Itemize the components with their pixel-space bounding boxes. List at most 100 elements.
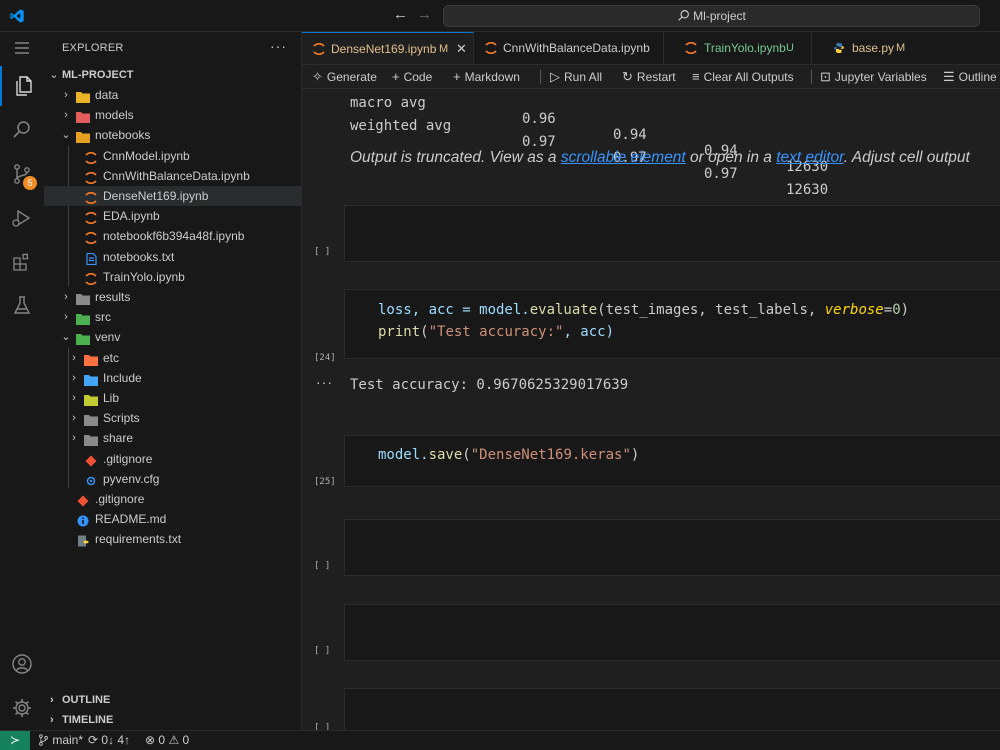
report-precision: 0.97 — [522, 134, 556, 150]
extensions-button[interactable] — [0, 242, 44, 282]
timeline-label: TIMELINE — [62, 714, 114, 726]
code-cell-empty[interactable] — [344, 688, 1000, 730]
chevron-right-icon: › — [72, 432, 76, 445]
activity-bar: 5 — [0, 32, 44, 730]
tree-file[interactable]: DenseNet169.ipynb — [44, 186, 301, 206]
source-control-button[interactable]: 5 — [0, 154, 44, 194]
code-line: model.save("DenseNet169.keras") — [378, 447, 639, 463]
run-debug-button[interactable] — [0, 198, 44, 238]
problems-indicator[interactable]: ⊗ 0 ⚠ 0 — [145, 731, 189, 750]
tree-file[interactable]: requirements.txt — [44, 529, 301, 549]
tab-trainyolo[interactable]: TrainYolo.ipynb U — [664, 32, 812, 64]
tree-folder-etc[interactable]: › etc — [44, 348, 301, 368]
tree-folder-lib[interactable]: › Lib — [44, 388, 301, 408]
testing-button[interactable] — [0, 286, 44, 326]
code-token: evaluate — [529, 302, 598, 318]
report-f1: 0.97 — [704, 166, 738, 182]
outline-button[interactable]: ☰ Outline — [943, 65, 997, 88]
search-text: Ml-project — [693, 9, 746, 23]
chevron-right-icon: › — [50, 694, 54, 706]
tab-cnnwithbalancedata[interactable]: CnnWithBalanceData.ipynb — [474, 32, 664, 64]
tree-folder-src[interactable]: › src — [44, 307, 301, 327]
chevron-down-icon: ⌄ — [49, 69, 59, 81]
tree-file[interactable]: pyvenv.cfg — [44, 469, 301, 489]
tree-item-label: EDA.ipynb — [103, 209, 160, 224]
clear-all-icon: ≡ — [692, 69, 700, 84]
tree-folder-include[interactable]: › Include — [44, 368, 301, 388]
tree-file[interactable]: EDA.ipynb — [44, 206, 301, 226]
explorer-more-actions-icon[interactable]: ··· — [270, 38, 287, 54]
folder-icon — [84, 392, 98, 406]
tree-file[interactable]: .gitignore — [44, 489, 301, 509]
notebook-editor[interactable]: macro avg 0.96 0.94 0.94 12630 weighted … — [302, 89, 1000, 730]
tree-file[interactable]: CnnModel.ipynb — [44, 146, 301, 166]
explorer-sidebar: EXPLORER ··· ⌄ ML-PROJECT › data › models ⌄ n… — [44, 32, 302, 730]
scrollable-element-link[interactable]: scrollable element — [561, 149, 686, 166]
restart-button[interactable]: ↻ Restart — [622, 65, 676, 88]
notebook-icon — [84, 170, 98, 184]
tree-file[interactable]: TrainYolo.ipynb — [44, 267, 301, 287]
tree-file[interactable]: .gitignore — [44, 449, 301, 469]
tab-densenet169[interactable]: DenseNet169.ipynb M ✕ — [302, 32, 474, 64]
code-token: (test_images, test_labels, — [597, 302, 825, 318]
code-token: verbose — [824, 302, 884, 318]
generate-button[interactable]: ✧ Generate — [312, 65, 377, 88]
menu-button[interactable] — [0, 28, 44, 68]
jupyter-variables-button[interactable]: ⊡ Jupyter Variables — [820, 65, 927, 88]
forward-arrow-icon[interactable]: → — [417, 6, 432, 24]
folder-icon — [76, 331, 90, 346]
notebook-icon — [84, 210, 98, 225]
back-arrow-icon[interactable]: ← — [393, 6, 408, 24]
run-all-button[interactable]: ▷ Run All — [550, 65, 602, 88]
plus-icon: + — [392, 69, 400, 84]
accounts-button[interactable] — [0, 644, 44, 684]
output-actions-icon[interactable]: ··· — [316, 374, 333, 390]
truncated-middle: or open in a — [685, 149, 777, 166]
add-code-button[interactable]: + Code — [392, 65, 432, 88]
tree-file[interactable]: notebooks.txt — [44, 247, 301, 267]
tab-base-py[interactable]: base.py M — [812, 32, 1000, 64]
tab-untracked-indicator: U — [786, 42, 794, 54]
code-cell-empty[interactable] — [344, 519, 1000, 576]
execution-count: [ ] — [314, 247, 331, 257]
explorer-button[interactable] — [0, 66, 44, 106]
tree-item-label: notebookf6b394a48f.ipynb — [103, 229, 245, 244]
add-markdown-button[interactable]: + Markdown — [453, 65, 520, 88]
tree-folder-data[interactable]: › data — [44, 85, 301, 105]
text-editor-link[interactable]: text editor — [776, 149, 844, 166]
timeline-section-header[interactable]: › TIMELINE — [44, 710, 301, 730]
notebook-icon — [84, 271, 98, 285]
remote-indicator-icon[interactable]: ≻ — [0, 731, 30, 750]
close-icon[interactable]: ✕ — [456, 33, 467, 64]
output-truncated-notice: Output is truncated. View as a scrollabl… — [350, 149, 970, 167]
tree-folder-models[interactable]: › models — [44, 105, 301, 125]
command-center-search[interactable]: Ml-project — [443, 5, 980, 27]
error-count: 0 — [158, 733, 166, 747]
tree-file[interactable]: CnnWithBalanceData.ipynb — [44, 166, 301, 186]
manage-button[interactable] — [0, 688, 44, 728]
search-button[interactable] — [0, 110, 44, 150]
tree-folder-share[interactable]: › share — [44, 428, 301, 448]
code-cell-empty[interactable] — [344, 205, 1000, 262]
tree-folder-results[interactable]: › results — [44, 287, 301, 307]
tree-item-label: src — [95, 310, 111, 325]
explorer-root[interactable]: ⌄ ML-PROJECT — [44, 65, 301, 85]
tree-item-label: Include — [103, 370, 142, 385]
tree-folder-notebooks[interactable]: ⌄ notebooks — [44, 125, 301, 145]
tree-folder-venv[interactable]: ⌄ venv — [44, 327, 301, 347]
outline-section-header[interactable]: › OUTLINE — [44, 690, 301, 710]
outline-label: OUTLINE — [62, 694, 111, 706]
flask-icon — [13, 296, 31, 314]
sync-indicator[interactable]: ⟳ 0↓ 4↑ — [88, 731, 130, 750]
truncated-suffix: . Adjust cell output — [843, 149, 970, 166]
chevron-down-icon: ⌄ — [61, 129, 71, 142]
jupyter-icon — [313, 43, 325, 55]
tree-file[interactable]: notebookf6b394a48f.ipynb — [44, 226, 301, 246]
clear-all-outputs-button[interactable]: ≡ Clear All Outputs — [692, 65, 794, 88]
tree-file[interactable]: README.md — [44, 509, 301, 529]
branch-indicator[interactable]: main* — [38, 731, 83, 750]
code-cell-empty[interactable] — [344, 604, 1000, 661]
tree-folder-scripts[interactable]: › Scripts — [44, 408, 301, 428]
tree-item-label: notebooks.txt — [103, 249, 175, 264]
root-folder-label: ML-PROJECT — [62, 69, 134, 81]
